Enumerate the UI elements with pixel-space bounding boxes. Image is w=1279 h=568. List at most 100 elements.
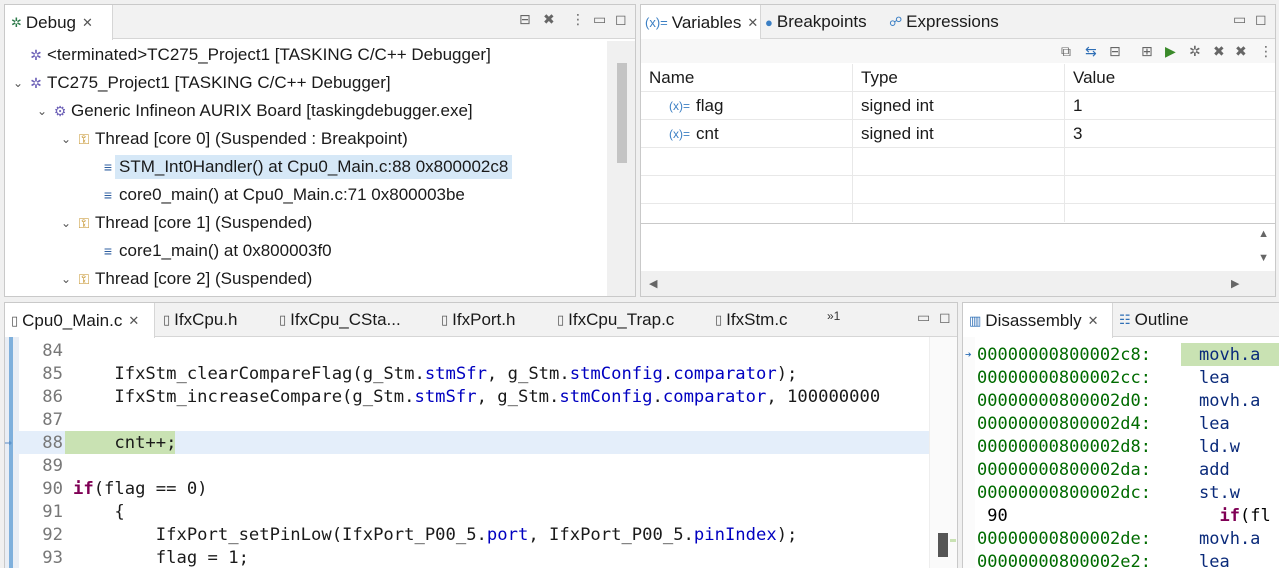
code-line[interactable]: 91 { <box>15 500 929 523</box>
table-row[interactable]: (x)= cnt signed int 3 <box>641 120 1275 148</box>
code-area[interactable]: 84 85 IfxStm_clearCompareFlag(g_Stm. stmSf… <box>5 339 929 568</box>
remove-icon[interactable]: ✖ <box>1213 43 1225 60</box>
scroll-up-icon[interactable]: ▲ <box>1258 228 1269 240</box>
run-icon[interactable]: ▶ <box>1165 43 1176 60</box>
tab-ifxcpu-h[interactable]: ▯ IfxCpu.h <box>163 303 237 337</box>
remove-terminated-icon[interactable]: ✖ <box>543 11 555 28</box>
editor-scroll-thumb[interactable] <box>938 533 948 557</box>
expand-toggle-icon[interactable]: ⌄ <box>11 76 25 90</box>
stack-frame-icon: ≡ <box>103 187 113 203</box>
tab-variables[interactable]: (x)= Variables ✕ <box>641 5 761 40</box>
tree-item[interactable]: ⌄ ⚙ Generic Infineon AURIX Board [taskingd… <box>5 97 607 125</box>
disassembly-line[interactable]: 00000000800002de: movh.a <box>963 527 1279 550</box>
code-line[interactable]: 87 <box>15 408 929 431</box>
column-header-type[interactable]: Type <box>853 64 1065 91</box>
tab-breakpoints[interactable]: ● Breakpoints <box>765 5 867 39</box>
disassembly-line[interactable]: 00000000800002e2: lea <box>963 550 1279 568</box>
tab-outline[interactable]: ☷ Outline <box>1119 303 1189 337</box>
code-line[interactable]: ⇨ 88 cnt++; <box>5 431 929 454</box>
tab-ifxstm-c[interactable]: ▯ IfxStm.c <box>715 303 788 337</box>
tree-item-label: STM_Int0Handler() at Cpu0_Main.c:88 0x80… <box>115 155 513 179</box>
disassembly-line[interactable]: 00000000800002d8: ld.w <box>963 435 1279 458</box>
tree-item[interactable]: ≡ core1_main() at 0x800003f0 <box>5 237 607 265</box>
scroll-left-icon[interactable]: ◀ <box>649 277 657 290</box>
debug-scroll-thumb[interactable] <box>617 63 627 163</box>
code-text: IfxPort_setPinLow(IfxPort_P00_5. port, If… <box>73 524 798 545</box>
remove-all-icon[interactable]: ✖ <box>1235 43 1247 60</box>
tab-label: IfxCpu.h <box>174 310 238 329</box>
debug-view: ✲ Debug ✕ ⊟ ✖ ⋮ ▭ ◻ ✲ <terminated>TC275_P… <box>4 4 636 297</box>
column-header-value[interactable]: Value <box>1065 64 1275 91</box>
code-line[interactable]: 90 if (flag == 0) <box>15 477 929 500</box>
tree-item[interactable]: ≡ core0_main() at Cpu0_Main.c:71 0x800003… <box>5 181 607 209</box>
maximize-icon[interactable]: ◻ <box>939 309 951 326</box>
close-icon[interactable]: ✕ <box>1088 313 1099 329</box>
code-line[interactable]: 89 <box>15 454 929 477</box>
horizontal-scrollbar[interactable]: ◀ ▶ <box>641 271 1275 296</box>
collapse-all-icon[interactable]: ⊟ <box>519 11 531 28</box>
instruction-pointer-icon: ➔ <box>965 348 972 361</box>
tab-ifxcpu-trap[interactable]: ▯ IfxCpu_Trap.c <box>557 303 674 337</box>
disassembly-line[interactable]: 00000000800002d0: movh.a <box>963 389 1279 412</box>
code-line[interactable]: 86 IfxStm_increaseCompare(g_Stm. stmSfr, … <box>15 385 929 408</box>
code-line[interactable]: 85 IfxStm_clearCompareFlag(g_Stm. stmSfr,… <box>15 362 929 385</box>
tab-ifxport-h[interactable]: ▯ IfxPort.h <box>441 303 515 337</box>
close-icon[interactable]: ✕ <box>747 15 758 31</box>
detail-pane[interactable]: ▲ ▼ <box>641 223 1275 271</box>
minimize-icon[interactable]: ▭ <box>1233 11 1246 28</box>
tab-ifxcpu-csta[interactable]: ▯ IfxCpu_CSta... <box>279 303 401 337</box>
variables-header: Name Type Value <box>641 64 1275 92</box>
tree-item[interactable]: ✲ <terminated>TC275_Project1 [TASKING C/C… <box>5 41 607 69</box>
tree-item[interactable]: ⌄ ⚿ Thread [core 2] (Suspended) <box>5 265 607 293</box>
expand-toggle-icon[interactable]: ⌄ <box>59 216 73 230</box>
maximize-icon[interactable]: ◻ <box>615 11 627 28</box>
maximize-icon[interactable]: ◻ <box>1255 11 1267 28</box>
disassembly-line[interactable]: 00000000800002cc: lea <box>963 366 1279 389</box>
disassembly-line[interactable]: 90 if(fl <box>963 504 1279 527</box>
code-line[interactable]: 84 <box>15 339 929 362</box>
show-type-names-icon[interactable]: ⧉ <box>1061 43 1071 60</box>
disassembly-line[interactable]: 00000000800002dc: st.w <box>963 481 1279 504</box>
close-icon[interactable]: ✕ <box>128 313 139 329</box>
tab-cpu0-main[interactable]: ▯ Cpu0_Main.c ✕ <box>5 303 155 338</box>
tree-item[interactable]: ⌄ ✲ TC275_Project1 [TASKING C/C++ Debugger… <box>5 69 607 97</box>
tree-item[interactable]: ⌄ ⚿ Thread [core 1] (Suspended) <box>5 209 607 237</box>
disassembly-line[interactable]: 00000000800002d4: lea <box>963 412 1279 435</box>
column-header-name[interactable]: Name <box>641 64 853 91</box>
tab-label: IfxCpu_CSta... <box>290 310 401 329</box>
code-text: IfxStm_clearCompareFlag(g_Stm. stmSfr, g_… <box>73 363 798 384</box>
code-line[interactable]: 92 IfxPort_setPinLow(IfxPort_P00_5. port,… <box>15 523 929 546</box>
tab-variables-label: Variables <box>671 12 742 32</box>
minimize-icon[interactable]: ▭ <box>593 11 606 28</box>
tree-item[interactable]: ⌄ ⚿ Thread [core 0] (Suspended : Breakpoin… <box>5 125 607 153</box>
view-menu-icon[interactable]: ⋮ <box>571 11 585 28</box>
editor-tabbar: ▯ Cpu0_Main.c ✕ ▯ IfxCpu.h ▯ IfxCpu_CSta… <box>5 303 957 338</box>
collapse-all-icon[interactable]: ⊟ <box>1109 43 1121 60</box>
expand-toggle-icon[interactable]: ⌄ <box>59 272 73 286</box>
minimize-icon[interactable]: ▭ <box>917 309 930 326</box>
tree-item[interactable]: ≡ STM_Int0Handler() at Cpu0_Main.c:88 0x8… <box>5 153 607 181</box>
tab-expressions[interactable]: ☍ Expressions <box>889 5 999 39</box>
scroll-right-icon[interactable]: ▶ <box>1231 277 1239 290</box>
code-line[interactable]: 93 flag = 1; <box>15 546 929 568</box>
expand-toggle-icon[interactable]: ⌄ <box>35 104 49 118</box>
debug-scrollbar[interactable] <box>607 41 635 296</box>
scroll-down-icon[interactable]: ▼ <box>1258 252 1269 264</box>
close-icon[interactable]: ✕ <box>82 15 93 31</box>
table-row[interactable]: (x)= flag signed int 1 <box>641 92 1275 120</box>
disassembly-line[interactable]: 00000000800002da: add <box>963 458 1279 481</box>
show-logical-structure-icon[interactable]: ⇆ <box>1085 43 1097 60</box>
expand-toggle-icon[interactable]: ⌄ <box>59 132 73 146</box>
variable-value[interactable]: 1 <box>1065 92 1275 119</box>
more-tabs-button[interactable]: »1 <box>827 309 840 323</box>
board-icon: ⚙ <box>53 102 67 119</box>
add-watch-icon[interactable]: ⊞ <box>1141 43 1153 60</box>
disassembly-code[interactable]: ➔ 00000000800002c8: movh.a 00000000800002cc… <box>963 343 1279 568</box>
variable-value[interactable]: 3 <box>1065 120 1275 147</box>
tab-debug[interactable]: ✲ Debug ✕ <box>5 5 113 40</box>
view-menu-icon[interactable]: ⋮ <box>1259 43 1273 60</box>
debug-run-icon[interactable]: ✲ <box>1189 43 1201 60</box>
disassembly-line[interactable]: ➔ 00000000800002c8: movh.a <box>963 343 1279 366</box>
tab-disassembly[interactable]: ▥ Disassembly ✕ <box>963 303 1113 338</box>
instruction-opcode: movh.a <box>1199 390 1261 411</box>
